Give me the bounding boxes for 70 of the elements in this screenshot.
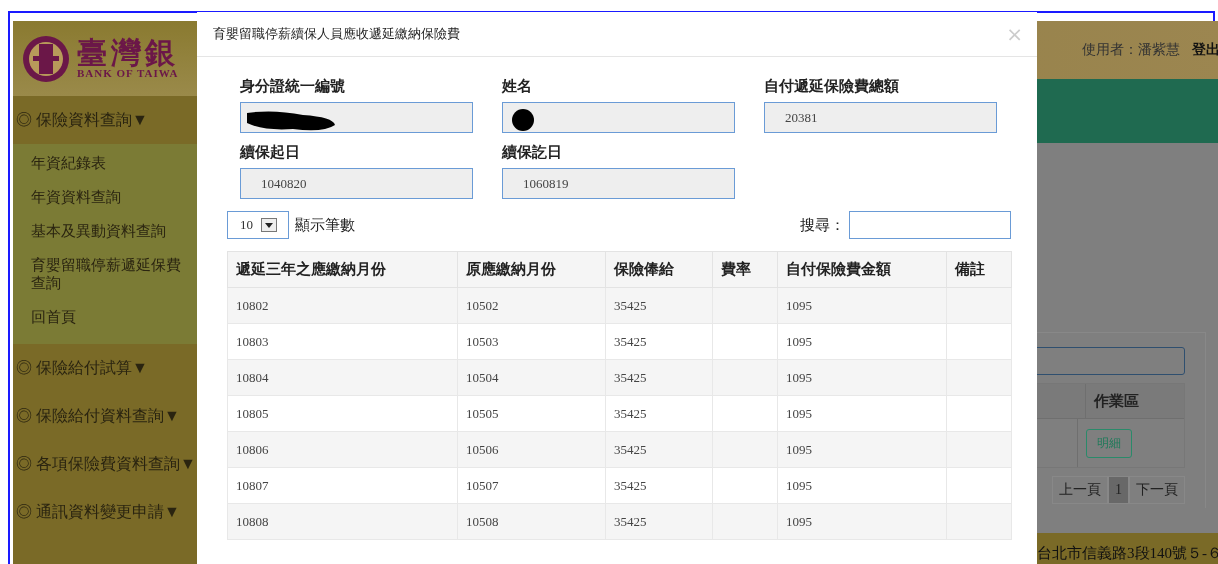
table-cell: 10508 <box>457 503 606 540</box>
table-cell: 10805 <box>227 395 458 432</box>
table-cell: 10502 <box>457 287 606 324</box>
readonly-field[interactable]: 20381 <box>764 102 997 133</box>
sidebar-group[interactable]: ◎ 保險給付試算▼ <box>13 344 197 392</box>
column-header: 原應繳納月份 <box>457 251 606 288</box>
modal-title: 育嬰留職停薪續保人員應收遞延繳納保險費 <box>213 25 460 43</box>
search-label: 搜尋： <box>800 215 845 235</box>
table-cell: 1095 <box>777 395 947 432</box>
page-button[interactable]: 上一頁 <box>1052 476 1108 504</box>
page-size-select[interactable]: 10 <box>227 211 289 239</box>
table-cell: 1095 <box>777 467 947 504</box>
field-label: 續保訖日 <box>502 143 563 162</box>
page-size-label: 顯示筆數 <box>295 215 355 235</box>
table-cell: 10808 <box>227 503 458 540</box>
bank-english-name: BANK OF TAIWA <box>77 68 179 79</box>
table-cell: 35425 <box>605 467 713 504</box>
field-label: 身分證統一編號 <box>240 77 346 96</box>
column-header: 費率 <box>712 251 778 288</box>
sidebar-item[interactable]: 年資紀錄表 <box>13 146 197 180</box>
user-name: 使用者：潘紫慧 <box>1082 41 1180 59</box>
page-button[interactable]: 1 <box>1108 476 1129 504</box>
table-cell: 35425 <box>605 431 713 468</box>
table-cell: 35425 <box>605 395 713 432</box>
field-label: 姓名 <box>502 77 533 96</box>
table-cell: 35425 <box>605 503 713 540</box>
sidebar-item[interactable]: 回首頁 <box>13 300 197 334</box>
table-cell: 10807 <box>227 467 458 504</box>
field-label: 自付遞延保險費總額 <box>764 77 900 96</box>
search-input[interactable] <box>849 211 1011 239</box>
sidebar-group[interactable]: ◎ 通訊資料變更申請▼ <box>13 488 197 536</box>
table-cell: 1095 <box>777 323 947 360</box>
table-cell: 10804 <box>227 359 458 396</box>
sidebar-item[interactable]: 育嬰留職停薪遞延保費查詢 <box>13 248 197 300</box>
table-cell: 10506 <box>457 431 606 468</box>
table-cell: 10503 <box>457 323 606 360</box>
column-header: 自付保險費金額 <box>777 251 947 288</box>
table-cell: 10504 <box>457 359 606 396</box>
table-cell: 10507 <box>457 467 606 504</box>
column-header: 遞延三年之應繳納月份 <box>227 251 458 288</box>
readonly-field[interactable] <box>502 102 735 133</box>
page-button[interactable]: 下一頁 <box>1129 476 1185 504</box>
sidebar-group[interactable]: ◎ 保險給付資料查詢▼ <box>13 392 197 440</box>
column-header: 備註 <box>946 251 1012 288</box>
column-header: 作業區 <box>1085 384 1184 418</box>
field-label: 續保起日 <box>240 143 301 162</box>
bank-logo-icon <box>21 33 71 84</box>
logout-link[interactable]: 登出 <box>1192 41 1218 59</box>
readonly-field[interactable] <box>240 102 473 133</box>
table-cell: 1095 <box>777 503 947 540</box>
table-cell: 1095 <box>777 431 947 468</box>
table-cell: 35425 <box>605 323 713 360</box>
table-cell: 10803 <box>227 323 458 360</box>
table-cell: 35425 <box>605 359 713 396</box>
readonly-field[interactable]: 1060819 <box>502 168 735 199</box>
table-cell: 10806 <box>227 431 458 468</box>
sidebar-item[interactable]: 年資資料查詢 <box>13 180 197 214</box>
address-text: 台北市信義路3段140號５-６ <box>1037 543 1218 563</box>
bank-name: 臺灣銀 <box>77 38 179 68</box>
readonly-field[interactable]: 1040820 <box>240 168 473 199</box>
column-header: 保險俸給 <box>605 251 713 288</box>
table-cell: 35425 <box>605 287 713 324</box>
sidebar-group[interactable]: ◎ 保險資料查詢▼ <box>13 96 197 144</box>
table-cell: 1095 <box>777 287 947 324</box>
table-cell: 10505 <box>457 395 606 432</box>
sidebar-item[interactable]: 基本及異動資料查詢 <box>13 214 197 248</box>
sidebar-group[interactable]: ◎ 各項保險費資料查詢▼ <box>13 440 197 488</box>
table-cell: 1095 <box>777 359 947 396</box>
table-cell: 10802 <box>227 287 458 324</box>
dropdown-icon <box>261 218 277 232</box>
